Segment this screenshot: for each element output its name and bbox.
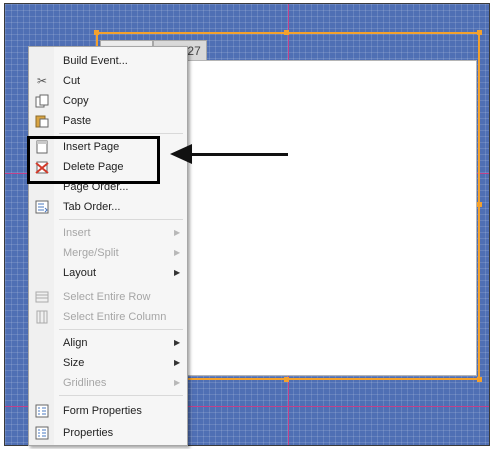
submenu-arrow-icon: ▶ [174, 378, 181, 387]
menu-item-label: Layout [63, 267, 97, 279]
resize-handle[interactable] [94, 30, 99, 35]
resize-handle[interactable] [284, 377, 289, 382]
select-row-icon [35, 290, 49, 304]
menu-item-label: Merge/Split [63, 247, 119, 259]
menu-item-label: Paste [63, 115, 92, 127]
menu-item-align[interactable]: Align ▶ [29, 333, 187, 353]
menu-item-insert[interactable]: Insert ▶ [29, 223, 187, 243]
paste-icon [35, 114, 49, 128]
menu-item-label: Copy [63, 95, 89, 107]
context-menu: Build Event... ✂ Cut Copy Paste Insert P… [28, 46, 188, 446]
resize-handle[interactable] [477, 202, 482, 207]
menu-separator [59, 329, 183, 330]
submenu-arrow-icon: ▶ [174, 268, 181, 277]
menu-item-label: Select Entire Row [63, 291, 151, 303]
menu-item-properties[interactable]: Properties [29, 423, 187, 443]
menu-item-form-properties[interactable]: Form Properties [29, 401, 187, 421]
menu-item-select-entire-column[interactable]: Select Entire Column [29, 307, 187, 327]
select-column-icon [35, 310, 49, 324]
menu-separator [59, 395, 183, 396]
properties-icon [35, 426, 49, 440]
menu-separator [59, 219, 183, 220]
tab-order-icon [35, 200, 49, 214]
menu-item-label: Form Properties [63, 405, 142, 417]
menu-separator [59, 133, 183, 134]
menu-item-copy[interactable]: Copy [29, 91, 187, 111]
form-properties-icon [35, 404, 49, 418]
submenu-arrow-icon: ▶ [174, 228, 181, 237]
menu-item-layout[interactable]: Layout ▶ [29, 263, 187, 283]
menu-item-label: Align [63, 337, 88, 349]
menu-item-tab-order[interactable]: Tab Order... [29, 197, 187, 217]
menu-item-label: Insert [63, 227, 91, 239]
menu-item-label: Gridlines [63, 377, 107, 389]
menu-item-select-entire-row[interactable]: Select Entire Row [29, 287, 187, 307]
menu-item-merge-split[interactable]: Merge/Split ▶ [29, 243, 187, 263]
menu-item-label: Size [63, 357, 85, 369]
copy-icon [35, 94, 49, 108]
submenu-arrow-icon: ▶ [174, 358, 181, 367]
menu-item-paste[interactable]: Paste [29, 111, 187, 131]
menu-item-cut[interactable]: ✂ Cut [29, 71, 187, 91]
resize-handle[interactable] [477, 377, 482, 382]
highlight-callout-box [27, 136, 160, 184]
resize-handle[interactable] [284, 30, 289, 35]
menu-item-gridlines[interactable]: Gridlines ▶ [29, 373, 187, 393]
scissors-icon: ✂ [36, 74, 48, 88]
menu-item-build-event[interactable]: Build Event... [29, 51, 187, 71]
menu-item-label: Select Entire Column [63, 311, 167, 323]
menu-item-label: Cut [63, 75, 81, 87]
submenu-arrow-icon: ▶ [174, 338, 181, 347]
menu-item-label: Properties [63, 427, 114, 439]
menu-item-size[interactable]: Size ▶ [29, 353, 187, 373]
submenu-arrow-icon: ▶ [174, 248, 181, 257]
menu-item-label: Build Event... [63, 55, 128, 67]
resize-handle[interactable] [477, 30, 482, 35]
callout-arrow-line [188, 153, 288, 156]
menu-item-label: Tab Order... [63, 201, 121, 213]
